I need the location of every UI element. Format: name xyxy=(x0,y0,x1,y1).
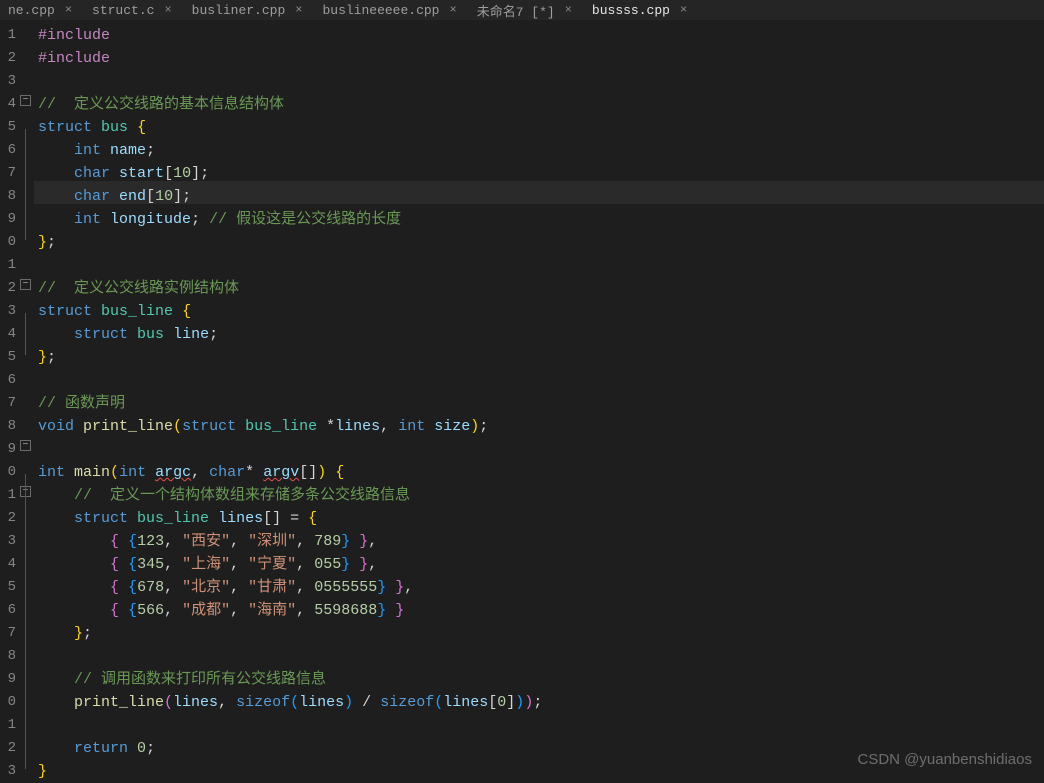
code-line[interactable]: // 函数声明 xyxy=(34,392,1044,415)
close-icon[interactable]: × xyxy=(450,3,457,17)
code-line[interactable]: struct bus_line lines[] = { xyxy=(34,507,1044,530)
tab-file-2[interactable]: busliner.cpp× xyxy=(188,3,307,18)
code-line[interactable]: char start[10]; xyxy=(34,162,1044,185)
code-line[interactable]: struct bus_line { xyxy=(34,300,1044,323)
code-line[interactable] xyxy=(34,438,1044,461)
code-line[interactable] xyxy=(34,645,1044,668)
code-line[interactable] xyxy=(34,369,1044,392)
code-line[interactable]: print_line(lines, sizeof(lines) / sizeof… xyxy=(34,691,1044,714)
tab-file-3[interactable]: buslineeeee.cpp× xyxy=(318,3,460,18)
code-line[interactable]: #include xyxy=(34,47,1044,70)
code-line[interactable]: // 定义公交线路的基本信息结构体 xyxy=(34,93,1044,116)
code-line[interactable]: // 定义一个结构体数组来存储多条公交线路信息 xyxy=(34,484,1044,507)
code-line[interactable]: struct bus line; xyxy=(34,323,1044,346)
code-line[interactable] xyxy=(34,714,1044,737)
code-line[interactable]: int longitude; // 假设这是公交线路的长度 xyxy=(34,208,1044,231)
code-line[interactable]: }; xyxy=(34,622,1044,645)
close-icon[interactable]: × xyxy=(680,3,687,17)
fold-toggle-icon[interactable]: − xyxy=(20,95,31,106)
code-line[interactable] xyxy=(34,70,1044,93)
close-icon[interactable]: × xyxy=(65,3,72,17)
tab-file-0[interactable]: ne.cpp× xyxy=(4,3,76,18)
code-line[interactable]: void print_line(struct bus_line *lines, … xyxy=(34,415,1044,438)
code-line[interactable] xyxy=(34,254,1044,277)
editor[interactable]: 123456789012345678901234567890123 −−−− #… xyxy=(0,20,1044,778)
code-line[interactable]: // 定义公交线路实例结构体 xyxy=(34,277,1044,300)
watermark: CSDN @yuanbenshidiaos xyxy=(858,751,1033,768)
fold-toggle-icon[interactable]: − xyxy=(20,440,31,451)
fold-gutter: −−−− xyxy=(18,20,34,778)
code-line[interactable]: struct bus { xyxy=(34,116,1044,139)
close-icon[interactable]: × xyxy=(295,3,302,17)
close-icon[interactable]: × xyxy=(565,3,572,17)
tab-bar: ne.cpp× struct.c× busliner.cpp× buslinee… xyxy=(0,0,1044,20)
tab-file-5[interactable]: bussss.cpp× xyxy=(588,3,691,18)
code-line[interactable]: // 调用函数来打印所有公交线路信息 xyxy=(34,668,1044,691)
code-line[interactable]: char end[10]; xyxy=(34,185,1044,208)
code-line[interactable]: }; xyxy=(34,231,1044,254)
code-line[interactable]: { {123, "西安", "深圳", 789} }, xyxy=(34,530,1044,553)
code-line[interactable]: { {678, "北京", "甘肃", 0555555} }, xyxy=(34,576,1044,599)
code-line[interactable]: int main(int argc, char* argv[]) { xyxy=(34,461,1044,484)
code-line[interactable]: { {566, "成都", "海南", 5598688} } xyxy=(34,599,1044,622)
code-area[interactable]: #include #include // 定义公交线路的基本信息结构体struc… xyxy=(34,20,1044,778)
tab-file-4[interactable]: 未命名7 [*]× xyxy=(473,1,576,20)
close-icon[interactable]: × xyxy=(164,3,171,17)
code-line[interactable]: int name; xyxy=(34,139,1044,162)
code-line[interactable]: }; xyxy=(34,346,1044,369)
code-line[interactable]: { {345, "上海", "宁夏", 055} }, xyxy=(34,553,1044,576)
code-line[interactable]: #include xyxy=(34,24,1044,47)
line-number-gutter: 123456789012345678901234567890123 xyxy=(0,20,18,778)
fold-toggle-icon[interactable]: − xyxy=(20,279,31,290)
tab-file-1[interactable]: struct.c× xyxy=(88,3,176,18)
